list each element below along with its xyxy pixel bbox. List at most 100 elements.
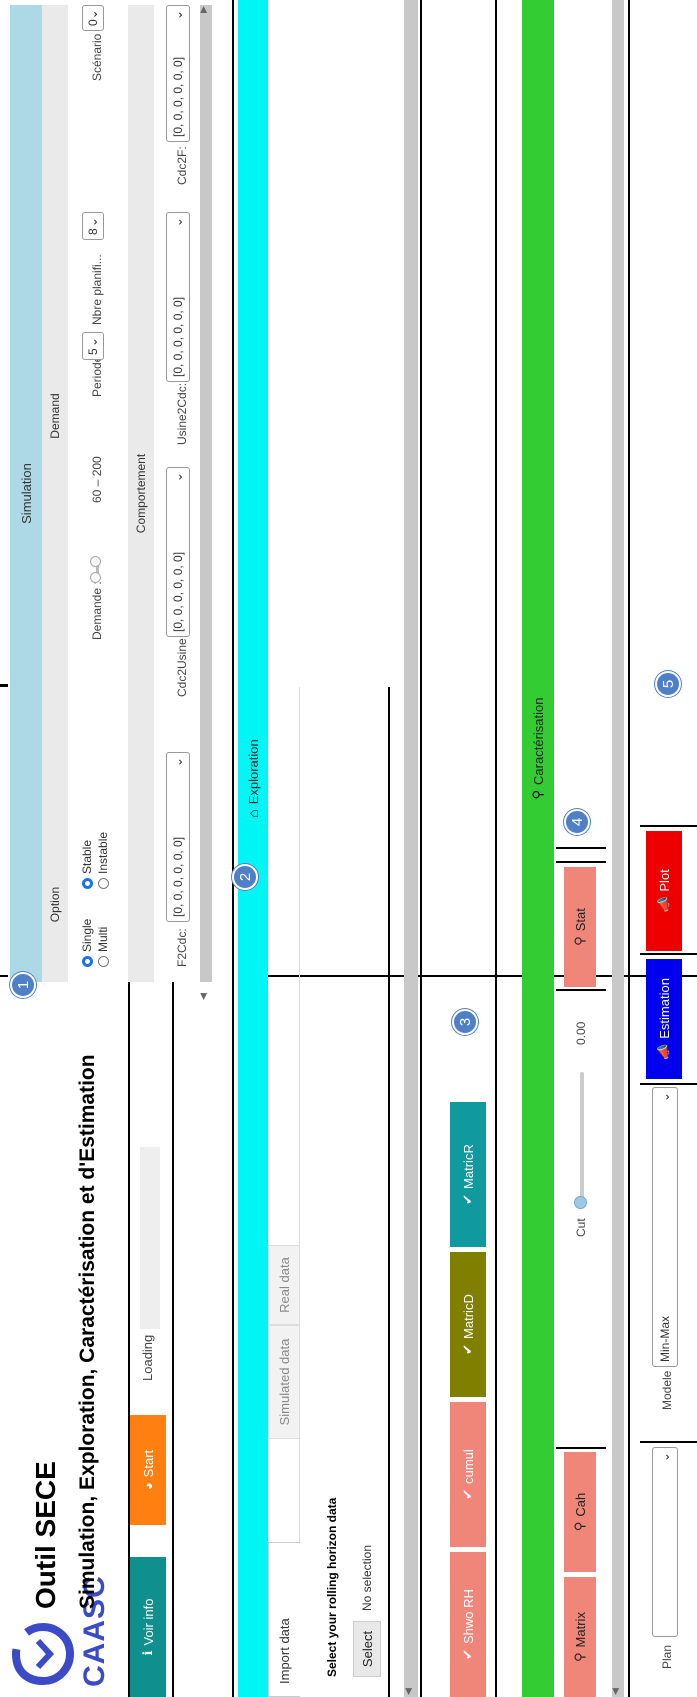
divider-line [556, 861, 606, 863]
cut-slider[interactable] [574, 1072, 587, 1209]
info-icon: ℹ [140, 1650, 155, 1656]
plot-button[interactable]: 📣 Plot [646, 831, 682, 951]
caracterisation-bar: ⚲ Caractérisation [522, 0, 554, 1697]
divider-line [640, 1083, 697, 1085]
modele-value: Min-Max [658, 1315, 672, 1362]
estimation-label: Estimation [656, 978, 672, 1039]
scenario-value: 0 [86, 19, 100, 26]
exploration-scrollbar[interactable] [404, 0, 418, 1697]
radio-stable-label: Stable [80, 839, 94, 874]
badge-2: 2 [232, 864, 258, 890]
caracterisation-scrollbar[interactable] [612, 0, 624, 1697]
radio-off-icon [97, 956, 109, 967]
select-file-button[interactable]: Select [353, 1621, 381, 1677]
exploration-title: Exploration [245, 739, 261, 805]
f2cdc-select[interactable]: [0, 0, 0, 0, 0, 0] ⌄ [166, 752, 190, 922]
radio-single-label: Single [80, 918, 94, 952]
f2cdc-label: F2Cdc: [175, 928, 189, 967]
periode-select[interactable]: 5 ⌄ [82, 332, 104, 360]
section-divider [232, 0, 234, 1697]
radio-on-icon [81, 878, 93, 889]
chevron-down-icon: ⌄ [658, 1092, 672, 1103]
header-divider-2 [172, 977, 174, 1697]
slider-handle[interactable] [90, 572, 101, 583]
tab-import-label: Import data [277, 1618, 292, 1684]
matrix-button[interactable]: ⚲ Matrix [564, 1577, 596, 1697]
scroll-left-icon[interactable]: ◀ [403, 1688, 414, 1695]
check-icon: ✔ [460, 1488, 475, 1500]
tab-simulated-data[interactable]: Simulated data [268, 1325, 300, 1439]
simulation-title: Simulation [18, 463, 34, 524]
cut-label: Cut [574, 1218, 588, 1237]
search-icon: ⚲ [572, 1521, 587, 1532]
badge-5: 5 [655, 671, 681, 697]
nbre-select[interactable]: 8 ⌄ [82, 212, 104, 240]
check-icon: ✔ [460, 1649, 475, 1660]
demande-slider[interactable] [90, 556, 102, 583]
bullhorn-icon: 📣 [656, 896, 671, 913]
cdc2f-value: [0, 0, 0, 0, 0, 0] [171, 56, 185, 137]
cumul-button[interactable]: ✔ cumul [450, 1402, 486, 1547]
simulation-scrollbar[interactable] [200, 5, 212, 982]
start-button[interactable]: ◕ Start [130, 1415, 166, 1525]
slider-handle[interactable] [90, 556, 101, 567]
cdc2f-select[interactable]: [0, 0, 0, 0, 0, 0] ⌄ [166, 5, 190, 142]
divider-line [640, 1441, 697, 1443]
radio-stable[interactable]: Stable [80, 840, 94, 889]
plan-select[interactable]: ⌄ [652, 1447, 678, 1637]
comportement-title: Comportement [134, 453, 148, 534]
stat-label: Stat [572, 908, 588, 932]
voir-info-button[interactable]: ℹ Voir info [130, 1557, 166, 1697]
modele-label: Modele [660, 1370, 674, 1410]
modele-select[interactable]: Min-Max ⌄ [652, 1087, 678, 1367]
cah-button[interactable]: ⚲ Cah [564, 1452, 596, 1572]
chevron-down-icon: ⌄ [86, 9, 100, 20]
scroll-left-icon[interactable]: ◀ [610, 1688, 621, 1695]
bullhorn-icon: 📣 [656, 1043, 671, 1060]
option-header: Option [42, 827, 68, 982]
divider-line [640, 953, 697, 955]
cdc2usine-select[interactable]: [0, 0, 0, 0, 0, 0] ⌄ [166, 467, 190, 637]
divider-line [556, 1447, 606, 1449]
simulation-header: Simulation [10, 5, 42, 982]
cdc2usine-value: [0, 0, 0, 0, 0, 0] [171, 551, 185, 632]
section-divider [420, 0, 422, 1697]
demande-label: Demande : [90, 581, 104, 640]
scenario-select[interactable]: 0 ⌄ [82, 5, 104, 31]
section-divider [495, 0, 497, 1697]
comportement-header: Comportement [128, 5, 154, 982]
caasc-logo-icon [12, 1622, 74, 1686]
matricd-button[interactable]: ✔ MatricD [450, 1252, 486, 1397]
estimation-button[interactable]: 📣 Estimation [646, 959, 682, 1079]
start-label: Start [140, 1449, 156, 1478]
scenario-label: Scénario [90, 33, 104, 81]
home-icon: ⌂ [245, 809, 261, 818]
cah-label: Cah [572, 1492, 588, 1517]
tab-real-data[interactable]: Real data [268, 1245, 300, 1325]
loading-label: Loading [140, 1334, 155, 1381]
cut-value: 0.00 [574, 1021, 588, 1045]
chevron-down-icon: ⌄ [86, 337, 100, 348]
shwo-rh-label: Shwo RH [460, 1589, 476, 1645]
matricr-button[interactable]: ✔ MatricR [450, 1102, 486, 1247]
search-icon: ⚲ [572, 936, 587, 946]
usine2cdc-select[interactable]: [0, 0, 0, 0, 0, 0] ⌄ [166, 212, 190, 382]
tab-import-data[interactable]: Import data [268, 1542, 300, 1697]
scroll-right-icon[interactable]: ▶ [198, 6, 209, 13]
demande-range: 60 – 200 [90, 456, 104, 503]
shwo-rh-button[interactable]: ✔ Shwo RH [450, 1552, 486, 1697]
section-divider [628, 0, 630, 1697]
chevron-down-icon: ⌄ [171, 10, 185, 21]
scroll-left-icon[interactable]: ◀ [198, 993, 209, 1000]
plot-label: Plot [656, 869, 672, 892]
header-divider [128, 977, 130, 1697]
plan-label: Plan [660, 1644, 674, 1669]
radio-single[interactable]: Single [80, 919, 94, 967]
chevron-down-icon: ⌄ [171, 217, 185, 228]
slider-handle[interactable] [574, 1196, 587, 1209]
chevron-down-icon: ⌄ [658, 1452, 672, 1463]
stat-button[interactable]: ⚲ Stat [564, 867, 596, 987]
radio-multi[interactable]: Multi [96, 927, 110, 967]
voir-info-label: Voir info [140, 1598, 156, 1646]
radio-instable[interactable]: Instable [96, 832, 110, 889]
